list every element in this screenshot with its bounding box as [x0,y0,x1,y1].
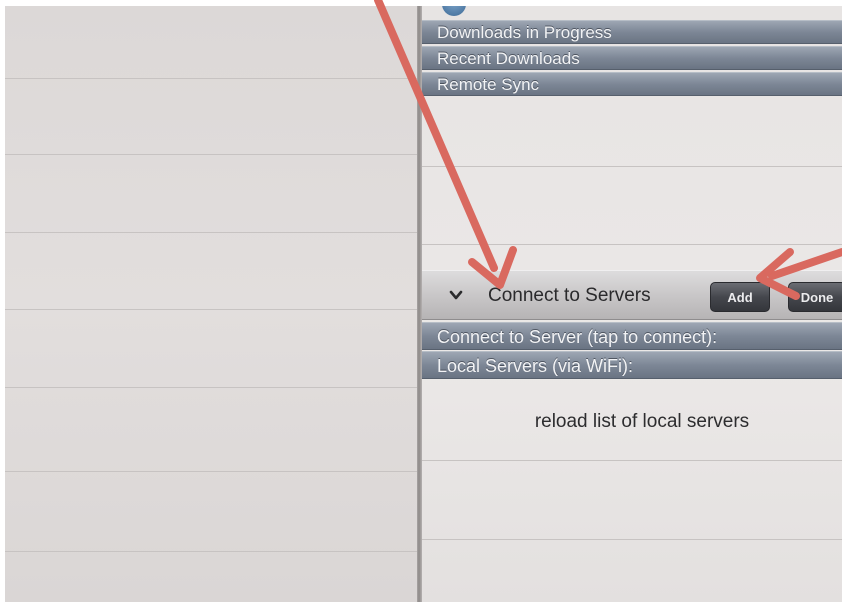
section-header-downloads-in-progress[interactable]: Downloads in Progress [422,20,842,44]
done-button[interactable]: Done [788,282,842,312]
section-header-local-servers[interactable]: Local Servers (via WiFi): [422,351,842,379]
list-divider [5,154,417,155]
toolbar-title: Connect to Servers [488,285,651,306]
list-divider [422,166,842,167]
section-header-connect-to-server[interactable]: Connect to Server (tap to connect): [422,322,842,350]
device-screen: Downloads in Progress Recent Downloads R… [5,6,842,602]
list-divider [5,551,417,552]
list-divider [5,78,417,79]
left-pane-empty-list [5,6,417,602]
list-divider [5,471,417,472]
chevron-down-icon[interactable] [448,287,464,303]
list-divider [422,244,842,245]
list-divider [422,539,842,540]
list-divider [5,387,417,388]
list-divider [5,232,417,233]
add-button[interactable]: Add [710,282,770,312]
right-pane: Downloads in Progress Recent Downloads R… [422,6,842,602]
connect-to-servers-toolbar: Connect to Servers Add Done [422,270,842,320]
section-header-recent-downloads[interactable]: Recent Downloads [422,46,842,70]
list-divider [422,460,842,461]
app-logo-icon [442,6,466,16]
list-divider [5,309,417,310]
reload-local-servers-button[interactable]: reload list of local servers [422,384,842,460]
section-header-remote-sync[interactable]: Remote Sync [422,72,842,96]
